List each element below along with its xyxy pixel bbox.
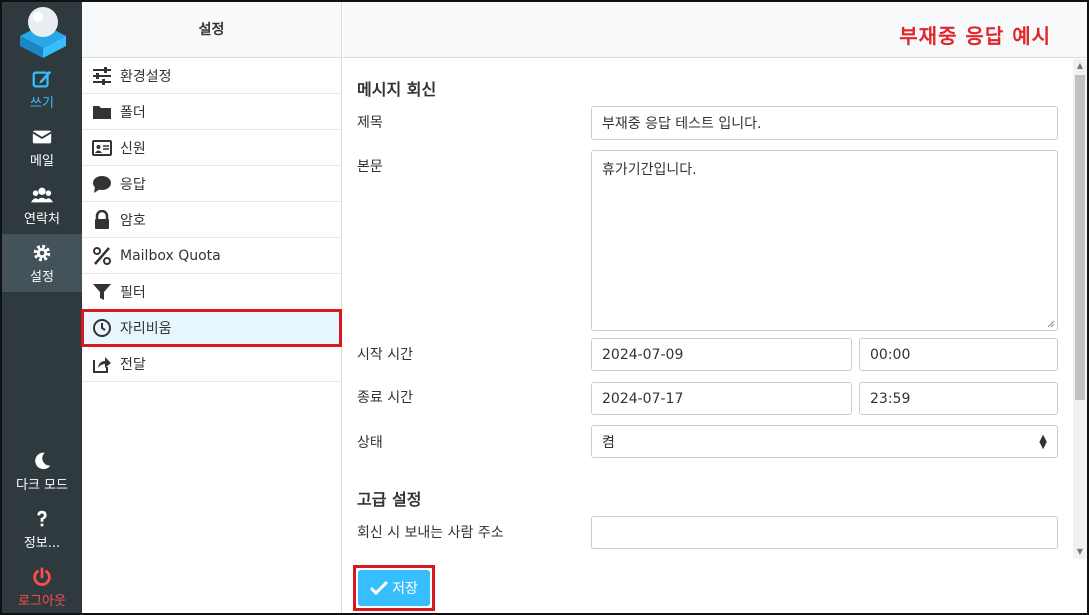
envelope-icon [32,130,52,144]
end-date-value: 2024-07-17 [602,390,684,407]
main-scrollbar[interactable]: ▲ ▼ [1073,59,1087,559]
body-textarea[interactable]: 휴가기간입니다. [591,150,1058,331]
gear-icon [33,244,51,262]
reply-from-label: 회신 시 보내는 사람 주소 [357,525,504,541]
settings-item-filters[interactable]: 필터 [82,274,341,310]
sliders-icon [93,66,111,85]
settings-item-password[interactable]: 암호 [82,202,341,238]
settings-item-label: Mailbox Quota [120,247,221,264]
start-time-value: 00:00 [870,346,911,363]
nav-compose-label: 쓰기 [30,96,54,111]
nav-mail[interactable]: 메일 [2,118,82,176]
settings-item-label: 환경설정 [120,68,172,85]
status-select[interactable]: 켬 ▲ ▼ [591,425,1058,458]
edit-icon [32,70,52,88]
settings-list-panel: 설정 환경설정 폴더 신원 응답 암호 Mailbox Quota 필터 자리비… [81,2,342,613]
percent-icon [93,246,111,265]
comment-icon [93,175,111,193]
start-date-input[interactable]: 2024-07-09 [591,338,852,371]
scroll-thumb[interactable] [1075,75,1085,400]
id-card-icon [92,139,112,156]
main-header: 부재중 응답 예시 [343,2,1087,58]
section-title-reply: 메시지 회신 [357,80,437,99]
nav-mail-label: 메일 [30,154,54,169]
settings-item-label: 필터 [120,284,146,301]
body-value: 휴가기간입니다. [602,162,697,178]
settings-item-label: 암호 [120,212,146,229]
moon-icon [35,452,51,470]
main-panel: 부재중 응답 예시 메시지 회신 제목 부재중 응답 테스트 입니다. 본문 휴… [343,2,1087,613]
check-icon [370,581,389,595]
logo-icon [20,7,66,58]
clock-icon [93,318,111,337]
nav-contacts-label: 연락처 [24,212,60,227]
subject-input[interactable]: 부재중 응답 테스트 입니다. [591,106,1058,140]
start-time-label: 시작 시간 [357,347,413,363]
nav-dark-mode-label: 다크 모드 [16,478,68,493]
settings-item-label: 자리비움 [120,320,172,337]
settings-item-label: 폴더 [120,104,146,121]
filter-icon [93,283,111,300]
main-nav: 쓰기 메일 연락처 설정 다크 모드 정보... 로그아웃 [2,2,82,613]
annotation-title: 부재중 응답 예시 [899,24,1051,48]
status-label: 상태 [357,435,383,451]
select-arrows-icon: ▲ ▼ [1039,432,1047,451]
settings-item-identities[interactable]: 신원 [82,130,341,166]
nav-about[interactable]: 정보... [2,500,82,558]
scroll-down-icon[interactable]: ▼ [1073,545,1087,559]
end-date-input[interactable]: 2024-07-17 [591,382,852,415]
subject-value: 부재중 응답 테스트 입니다. [602,116,762,132]
subject-label: 제목 [357,115,383,131]
settings-item-label: 응답 [120,176,146,193]
nav-settings[interactable]: 설정 [2,234,82,292]
settings-item-preferences[interactable]: 환경설정 [82,58,341,94]
settings-item-forwarding[interactable]: 전달 [82,346,341,382]
form-footer: 저장 [343,556,1073,613]
folder-icon [93,105,111,119]
lock-icon [95,209,109,229]
nav-logout-label: 로그아웃 [18,594,66,609]
users-icon [31,187,53,203]
nav-about-label: 정보... [23,536,61,551]
settings-list-title: 설정 [82,2,341,58]
question-icon [37,510,47,527]
vacation-form: 메시지 회신 제목 부재중 응답 테스트 입니다. 본문 휴가기간입니다. 시작… [343,59,1073,556]
power-icon [33,567,51,586]
scroll-up-icon[interactable]: ▲ [1073,59,1087,73]
settings-item-vacation[interactable]: 자리비움 [81,309,342,347]
save-button-label: 저장 [392,581,418,597]
nav-contacts[interactable]: 연락처 [2,176,82,234]
settings-item-mailbox-quota[interactable]: Mailbox Quota [82,238,341,274]
settings-item-label: 전달 [120,356,146,373]
end-time-input[interactable]: 23:59 [859,382,1058,415]
share-icon [93,356,111,373]
nav-logout[interactable]: 로그아웃 [2,558,82,613]
start-time-input[interactable]: 00:00 [859,338,1058,371]
reply-from-input[interactable] [591,516,1058,549]
status-value: 켬 [602,434,615,451]
nav-settings-label: 설정 [30,270,54,285]
section-title-advanced: 고급 설정 [357,490,422,509]
start-date-value: 2024-07-09 [602,346,684,363]
nav-compose[interactable]: 쓰기 [2,60,82,118]
end-time-label: 종료 시간 [357,390,413,406]
resize-handle-icon[interactable] [1047,320,1055,328]
settings-item-folders[interactable]: 폴더 [82,94,341,130]
body-label: 본문 [357,159,383,175]
settings-item-responses[interactable]: 응답 [82,166,341,202]
end-time-value: 23:59 [870,390,911,407]
save-button[interactable]: 저장 [358,570,430,606]
app-window: 쓰기 메일 연락처 설정 다크 모드 정보... 로그아웃 설정 환경설정 폴더… [0,0,1089,615]
nav-dark-mode[interactable]: 다크 모드 [2,442,82,500]
save-highlight: 저장 [353,565,435,611]
settings-item-label: 신원 [120,140,146,157]
